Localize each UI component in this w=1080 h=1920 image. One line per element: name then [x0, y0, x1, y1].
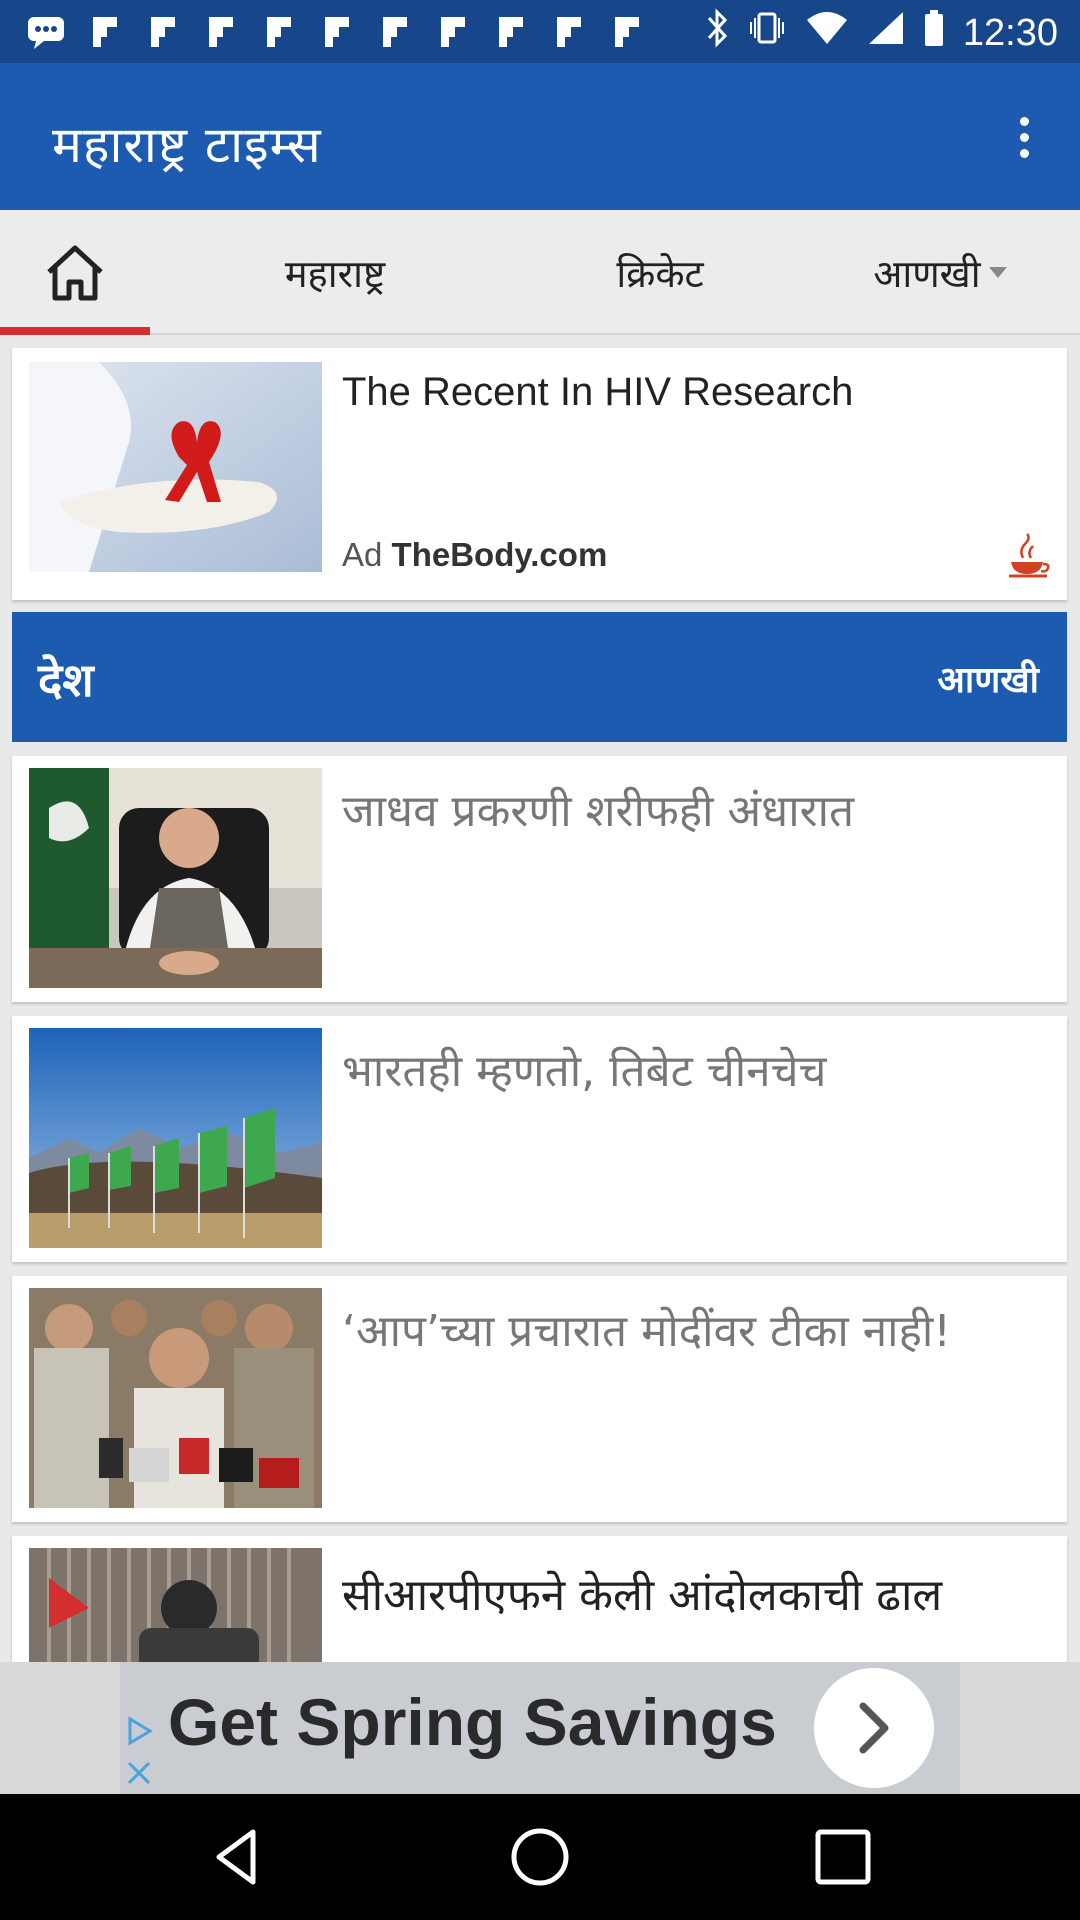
section-header: देश आणखी	[12, 612, 1067, 742]
battery-icon	[923, 8, 945, 58]
article-title: जाधव प्रकरणी शरीफही अंधारात	[342, 786, 855, 837]
tab-cricket[interactable]: क्रिकेट	[580, 210, 740, 335]
article-card[interactable]: जाधव प्रकरणी शरीफही अंधारात	[12, 756, 1067, 1002]
article-image	[29, 768, 322, 988]
flipboard-icon	[316, 12, 356, 52]
notification-icons	[26, 12, 646, 52]
article-title: भारतही म्हणतो, तिबेट चीनचेच	[342, 1046, 827, 1097]
recents-icon[interactable]	[810, 1824, 876, 1890]
tab-label: क्रिकेट	[616, 251, 704, 296]
section-title: देश	[38, 653, 94, 707]
ad-banner-content[interactable]: Get Spring Savings	[120, 1662, 960, 1794]
flipboard-icon	[200, 12, 240, 52]
tab-maharashtra[interactable]: महाराष्ट्र	[230, 210, 440, 335]
article-title: ‘आप’च्या प्रचारात मोदींवर टीका नाही!	[342, 1306, 951, 1357]
chevron-right-icon[interactable]	[814, 1668, 934, 1788]
flipboard-icon	[548, 12, 588, 52]
active-tab-indicator	[0, 327, 150, 335]
back-icon[interactable]	[205, 1824, 271, 1890]
status-bar: 12:30	[0, 0, 1080, 63]
flipboard-icon	[374, 12, 414, 52]
flipboard-icon	[490, 12, 530, 52]
flipboard-icon	[142, 12, 182, 52]
signal-icon	[867, 10, 905, 56]
article-card[interactable]: भारतही म्हणतो, तिबेट चीनचेच	[12, 1016, 1067, 1262]
chat-icon	[26, 12, 66, 52]
article-image	[29, 1028, 322, 1248]
tab-label: महाराष्ट्र	[284, 251, 386, 296]
bluetooth-icon	[705, 8, 729, 58]
app-bar: महाराष्ट्र टाइम्स	[0, 63, 1080, 210]
flipboard-icon	[258, 12, 298, 52]
article-image	[29, 1288, 322, 1508]
ad-headline: The Recent In HIV Research	[342, 370, 854, 406]
article-image	[29, 1548, 322, 1662]
overflow-menu-icon[interactable]	[994, 107, 1054, 167]
navigation-bar	[0, 1794, 1080, 1920]
bottom-ad-banner[interactable]: Get Spring Savings	[0, 1662, 1080, 1794]
article-card[interactable]: ‘आप’च्या प्रचारात मोदींवर टीका नाही!	[12, 1276, 1067, 1522]
flipboard-icon	[432, 12, 472, 52]
ad-logo-icon	[1009, 533, 1050, 578]
ad-source-name: TheBody.com	[391, 536, 608, 573]
flipboard-icon	[606, 12, 646, 52]
wifi-icon	[805, 10, 849, 56]
ad-card[interactable]: The Recent In HIV Research Ad TheBody.co…	[12, 348, 1067, 600]
adchoices-icon[interactable]	[124, 1716, 154, 1746]
section-more-link[interactable]: आणखी	[937, 654, 1039, 703]
tab-home[interactable]	[0, 210, 150, 335]
article-title: सीआरपीएफने केली आंदोलकाची ढाल	[342, 1570, 943, 1621]
ad-banner-text: Get Spring Savings	[168, 1685, 777, 1759]
clock: 12:30	[962, 11, 1058, 54]
tab-bar: महाराष्ट्र क्रिकेट आणखी	[0, 210, 1080, 335]
status-right: 12:30	[705, 8, 1058, 58]
flipboard-icon	[84, 12, 124, 52]
ad-source: Ad TheBody.com	[342, 536, 607, 574]
close-icon[interactable]	[124, 1758, 154, 1788]
app-title: महाराष्ट्र टाइम्स	[52, 116, 322, 174]
ad-badge: Ad	[342, 536, 383, 573]
article-card[interactable]: सीआरपीएफने केली आंदोलकाची ढाल	[12, 1536, 1067, 1662]
dropdown-caret-icon	[988, 267, 1007, 278]
vibrate-icon	[747, 8, 787, 58]
tab-more[interactable]: आणखी	[860, 210, 1020, 335]
tab-label: आणखी	[873, 251, 981, 296]
ad-image	[29, 362, 322, 572]
home-button-icon[interactable]	[507, 1824, 573, 1890]
home-icon	[47, 245, 103, 300]
